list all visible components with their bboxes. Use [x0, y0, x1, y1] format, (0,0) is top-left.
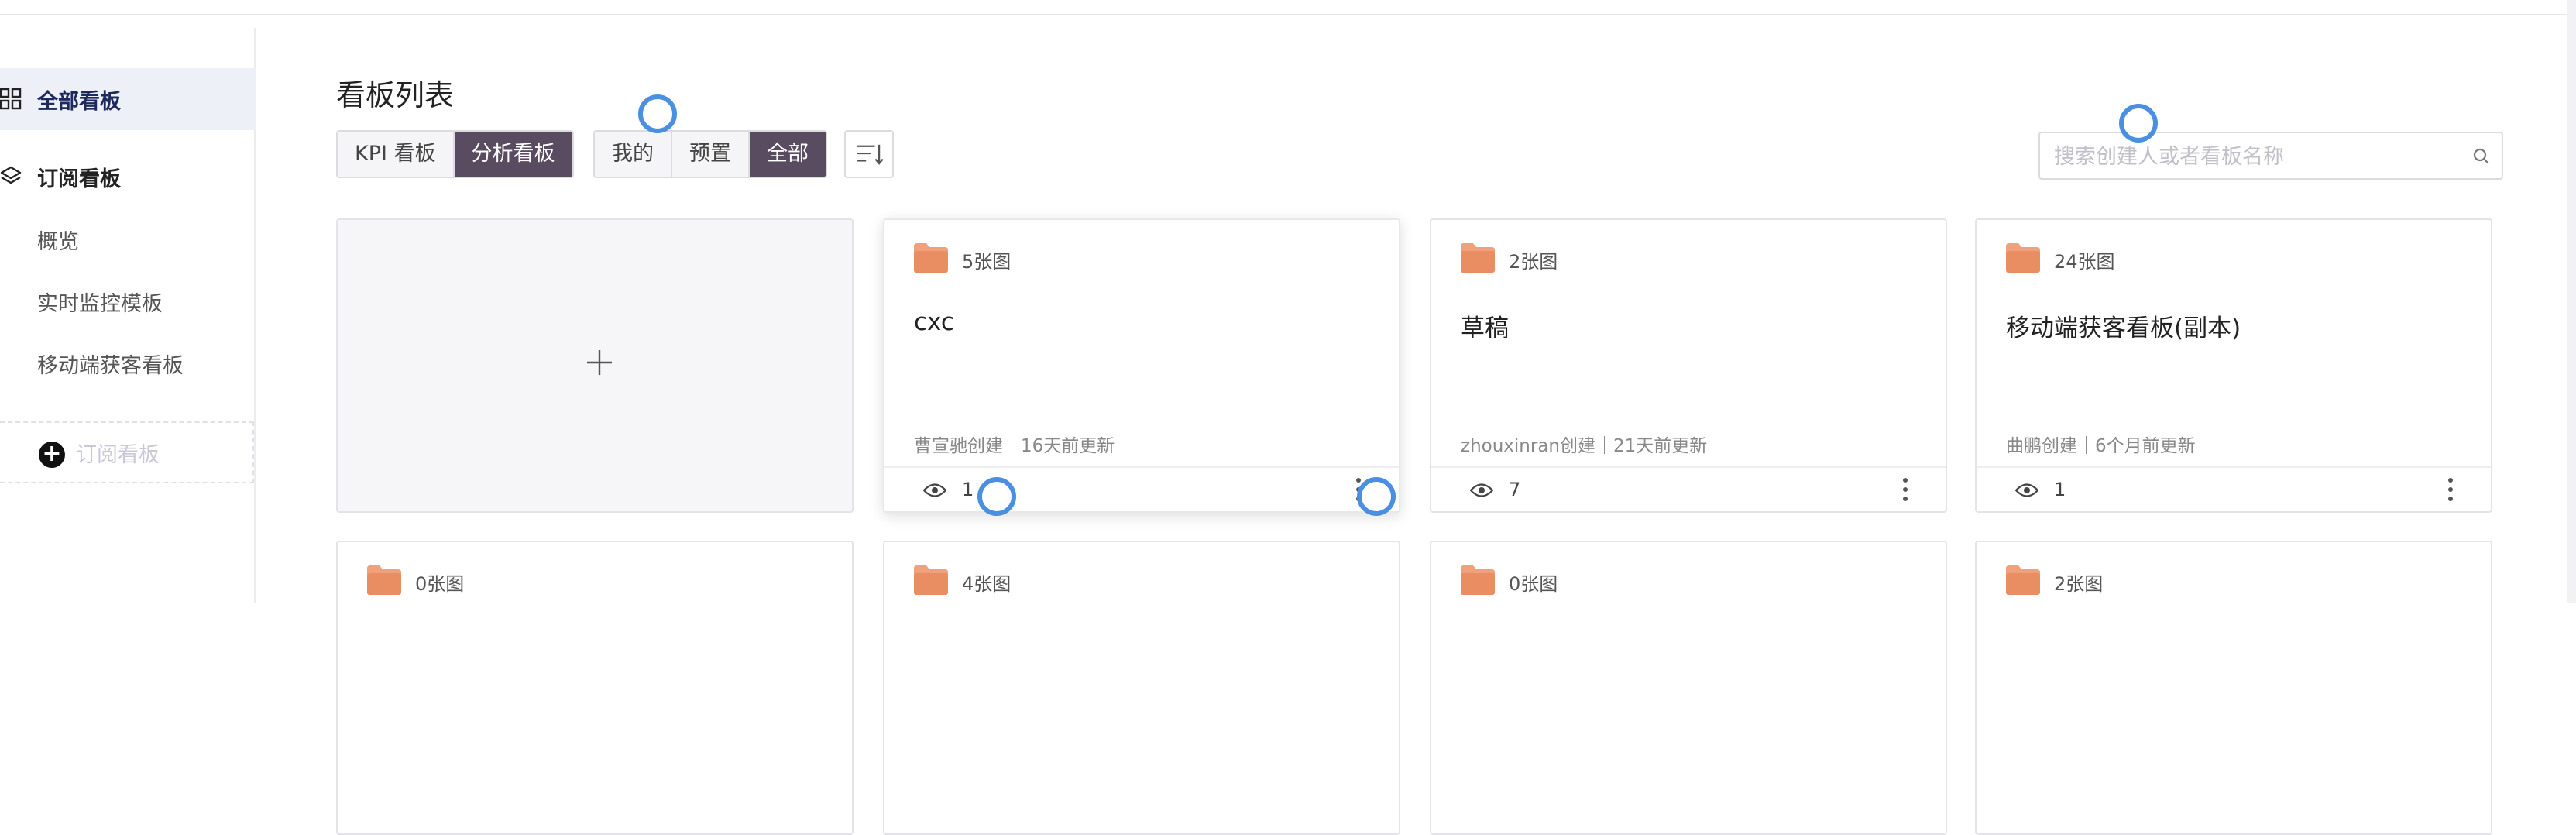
- touch-indicator: [638, 94, 677, 133]
- eye-icon: [1470, 483, 1493, 497]
- search-icon[interactable]: [2471, 146, 2492, 167]
- folder-icon: [914, 243, 948, 273]
- add-subscription-button[interactable]: + 订阅看板: [0, 421, 254, 483]
- sort-icon: [857, 144, 884, 165]
- board-name: 草稿: [1461, 314, 1509, 342]
- sidebar-item-label: 订阅看板: [37, 167, 121, 191]
- folder-icon: [914, 565, 948, 595]
- touch-indicator: [1357, 477, 1396, 516]
- view-count: 1: [2054, 479, 2066, 500]
- board-card[interactable]: 5张图 cxc 曹宣驰创建｜16天前更新 1: [883, 218, 1400, 513]
- card-footer: 1: [884, 466, 1399, 511]
- board-card[interactable]: 0张图: [336, 541, 854, 835]
- touch-indicator: [977, 477, 1016, 516]
- card-footer: 7: [1431, 466, 1946, 511]
- plus-circle-icon: +: [39, 442, 65, 468]
- folder-icon: [1461, 243, 1495, 273]
- new-board-card[interactable]: [336, 218, 854, 513]
- more-vertical-icon[interactable]: [1902, 477, 1908, 502]
- view-count: 7: [1509, 479, 1521, 500]
- chart-count: 4张图: [962, 573, 1012, 595]
- touch-indicator: [2119, 104, 2158, 143]
- board-meta: zhouxinran创建｜21天前更新: [1461, 436, 1708, 456]
- page-title: 看板列表: [336, 78, 455, 112]
- page-scrollbar[interactable]: [2567, 0, 2576, 603]
- grid-icon: [0, 88, 22, 110]
- eye-icon: [923, 483, 946, 497]
- chart-count: 24张图: [2054, 251, 2115, 273]
- board-card[interactable]: 0张图: [1430, 541, 1947, 835]
- tab-mine[interactable]: 我的: [595, 132, 672, 177]
- chart-count: 2张图: [2054, 573, 2104, 595]
- tab-preset[interactable]: 预置: [672, 132, 750, 177]
- tab-analysis-boards[interactable]: 分析看板: [454, 132, 572, 177]
- sidebar-item-realtime-monitor[interactable]: 实时监控模板: [37, 287, 163, 317]
- board-meta: 曹宣驰创建｜16天前更新: [914, 436, 1115, 456]
- board-meta: 曲鹏创建｜6个月前更新: [2006, 436, 2196, 456]
- search-box: [2038, 132, 2503, 180]
- card-footer: 1: [1977, 466, 2491, 511]
- chart-count: 0张图: [1509, 573, 1558, 595]
- folder-icon: [2006, 243, 2040, 273]
- board-name: 移动端获客看板(副本): [2006, 314, 2241, 342]
- plus-icon: [587, 350, 612, 375]
- eye-icon: [2015, 483, 2038, 497]
- more-vertical-icon[interactable]: [2447, 477, 2454, 502]
- sidebar-item-all-boards[interactable]: 全部看板: [0, 68, 256, 130]
- chart-count: 5张图: [962, 251, 1012, 273]
- sidebar-item-mobile-acquisition[interactable]: 移动端获客看板: [37, 349, 184, 379]
- add-subscription-label: 订阅看板: [76, 442, 160, 467]
- sort-button[interactable]: [844, 130, 894, 178]
- folder-icon: [367, 565, 401, 595]
- board-type-toggle: KPI 看板 分析看板: [336, 130, 574, 178]
- chart-count: 2张图: [1509, 251, 1558, 273]
- board-name: cxc: [914, 308, 954, 336]
- layers-icon: [0, 166, 22, 184]
- chart-count: 0张图: [415, 573, 465, 595]
- sidebar-item-subscribed[interactable]: 订阅看板: [0, 146, 256, 208]
- sidebar-item-label: 全部看板: [37, 89, 121, 114]
- board-card[interactable]: 2张图 草稿 zhouxinran创建｜21天前更新 7: [1430, 218, 1947, 513]
- tab-all[interactable]: 全部: [750, 132, 826, 177]
- search-input[interactable]: [2054, 141, 2457, 172]
- folder-icon: [1461, 565, 1495, 595]
- tab-kpi-boards[interactable]: KPI 看板: [338, 132, 455, 177]
- sidebar-item-overview[interactable]: 概览: [37, 225, 79, 255]
- board-scope-toggle: 我的 预置 全部: [593, 130, 827, 178]
- sidebar: 全部看板 订阅看板 概览 实时监控模板 移动端获客看板 + 订阅看板: [0, 28, 256, 603]
- board-card[interactable]: 4张图: [883, 541, 1400, 835]
- view-count: 1: [962, 479, 974, 500]
- top-bar: [0, 0, 2576, 15]
- board-card[interactable]: 24张图 移动端获客看板(副本) 曲鹏创建｜6个月前更新 1: [1975, 218, 2492, 513]
- board-card[interactable]: 2张图: [1975, 541, 2492, 835]
- folder-icon: [2006, 565, 2040, 595]
